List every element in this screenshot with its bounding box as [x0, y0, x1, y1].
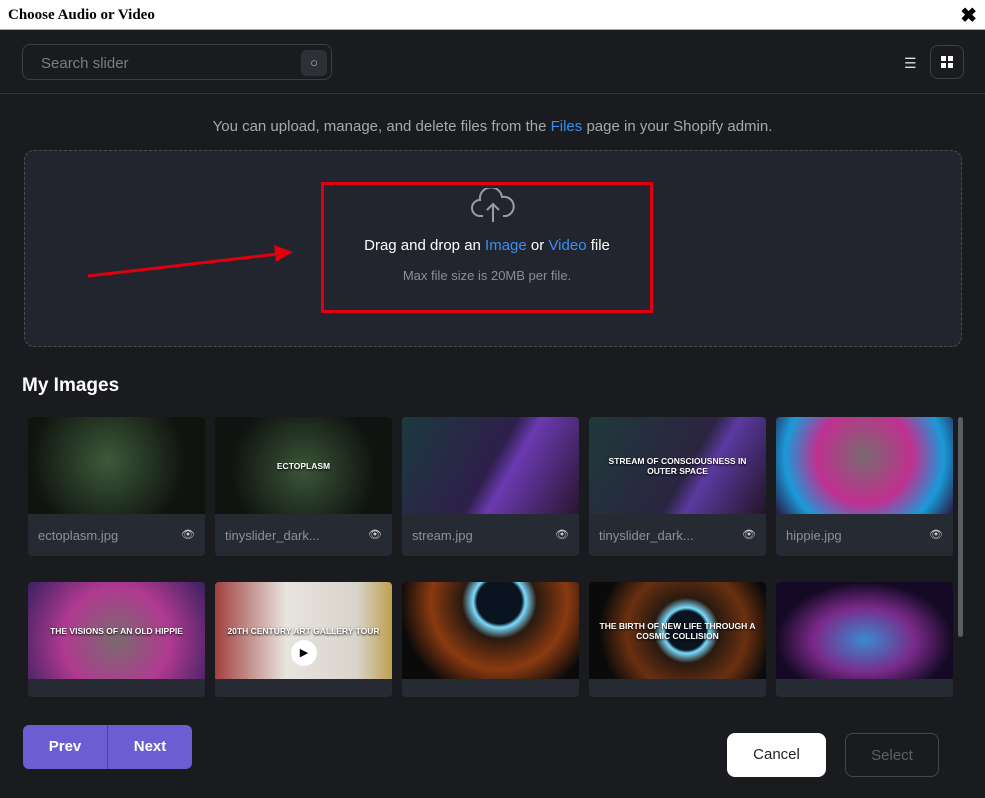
image-label	[776, 679, 953, 697]
dd-or: or	[526, 237, 549, 254]
image-thumbnail[interactable]: ECTOPLASM	[215, 417, 392, 514]
eye-icon[interactable]: 👁	[368, 528, 382, 541]
image-label	[589, 679, 766, 697]
image-thumbnail[interactable]: 20TH CENTURY ART GALLERY TOUR ▶	[215, 582, 392, 679]
image-filename: tinyslider_dark...	[225, 528, 320, 543]
dd-prefix: Drag and drop an	[364, 237, 486, 254]
image-label: stream.jpg 👁	[402, 514, 579, 556]
image-filename: stream.jpg	[412, 528, 473, 543]
image-card[interactable]: ECTOPLASM tinyslider_dark... 👁	[215, 417, 392, 556]
image-card[interactable]	[402, 582, 579, 697]
image-card[interactable]	[776, 582, 953, 697]
image-card[interactable]: STREAM OF CONSCIOUSNESS IN OUTER SPACE ti…	[589, 417, 766, 556]
dd-suffix: file	[586, 237, 610, 254]
select-button[interactable]: Select	[845, 733, 939, 777]
image-thumbnail[interactable]	[776, 417, 953, 514]
image-card[interactable]: THE VISIONS OF AN OLD HIPPIE	[28, 582, 205, 697]
video-link[interactable]: Video	[548, 237, 586, 254]
image-thumbnail[interactable]	[402, 417, 579, 514]
image-card[interactable]: 20TH CENTURY ART GALLERY TOUR ▶	[215, 582, 392, 697]
image-label: tinyslider_dark... 👁	[589, 514, 766, 556]
section-title: My Images	[22, 375, 120, 396]
image-filename: ectoplasm.jpg	[38, 528, 119, 543]
image-thumbnail[interactable]: THE BIRTH OF NEW LIFE THROUGH A COSMIC C…	[589, 582, 766, 679]
image-card[interactable]: ectoplasm.jpg 👁	[28, 417, 205, 556]
image-label	[402, 679, 579, 697]
pagination: Prev Next	[23, 725, 192, 769]
image-label	[215, 679, 392, 697]
eye-icon[interactable]: 👁	[742, 528, 756, 541]
image-label: hippie.jpg 👁	[776, 514, 953, 556]
next-button[interactable]: Next	[108, 725, 192, 769]
eye-icon[interactable]: 👁	[555, 528, 569, 541]
image-link[interactable]: Image	[485, 237, 527, 254]
image-filename: hippie.jpg	[786, 528, 842, 543]
max-file-size: Max file size is 20MB per file.	[402, 268, 572, 283]
image-card[interactable]: THE BIRTH OF NEW LIFE THROUGH A COSMIC C…	[589, 582, 766, 697]
play-icon[interactable]: ▶	[291, 640, 317, 666]
image-thumbnail[interactable]	[776, 582, 953, 679]
thumbnail-caption: STREAM OF CONSCIOUSNESS IN OUTER SPACE	[608, 455, 747, 476]
image-thumbnail[interactable]: THE VISIONS OF AN OLD HIPPIE	[28, 582, 205, 679]
image-filename: tinyslider_dark...	[599, 528, 694, 543]
eye-icon[interactable]: 👁	[181, 528, 195, 541]
image-label: ectoplasm.jpg 👁	[28, 514, 205, 556]
image-label: tinyslider_dark... 👁	[215, 514, 392, 556]
image-label	[28, 679, 205, 697]
thumbnail-caption: 20TH CENTURY ART GALLERY TOUR	[227, 625, 380, 636]
scrollbar[interactable]	[958, 417, 963, 637]
eye-icon[interactable]: 👁	[929, 528, 943, 541]
image-card[interactable]: hippie.jpg 👁	[776, 417, 953, 556]
thumbnail-caption: THE VISIONS OF AN OLD HIPPIE	[50, 625, 183, 636]
image-thumbnail[interactable]	[402, 582, 579, 679]
image-thumbnail[interactable]	[28, 417, 205, 514]
cancel-button[interactable]: Cancel	[727, 733, 826, 777]
prev-button[interactable]: Prev	[23, 725, 108, 769]
thumbnail-caption: THE BIRTH OF NEW LIFE THROUGH A COSMIC C…	[599, 620, 756, 641]
image-thumbnail[interactable]: STREAM OF CONSCIOUSNESS IN OUTER SPACE	[589, 417, 766, 514]
dropzone-text: Drag and drop an Image or Video file	[321, 237, 653, 254]
image-card[interactable]: stream.jpg 👁	[402, 417, 579, 556]
thumbnail-caption: ECTOPLASM	[276, 460, 331, 471]
upload-cloud-icon	[471, 188, 515, 222]
